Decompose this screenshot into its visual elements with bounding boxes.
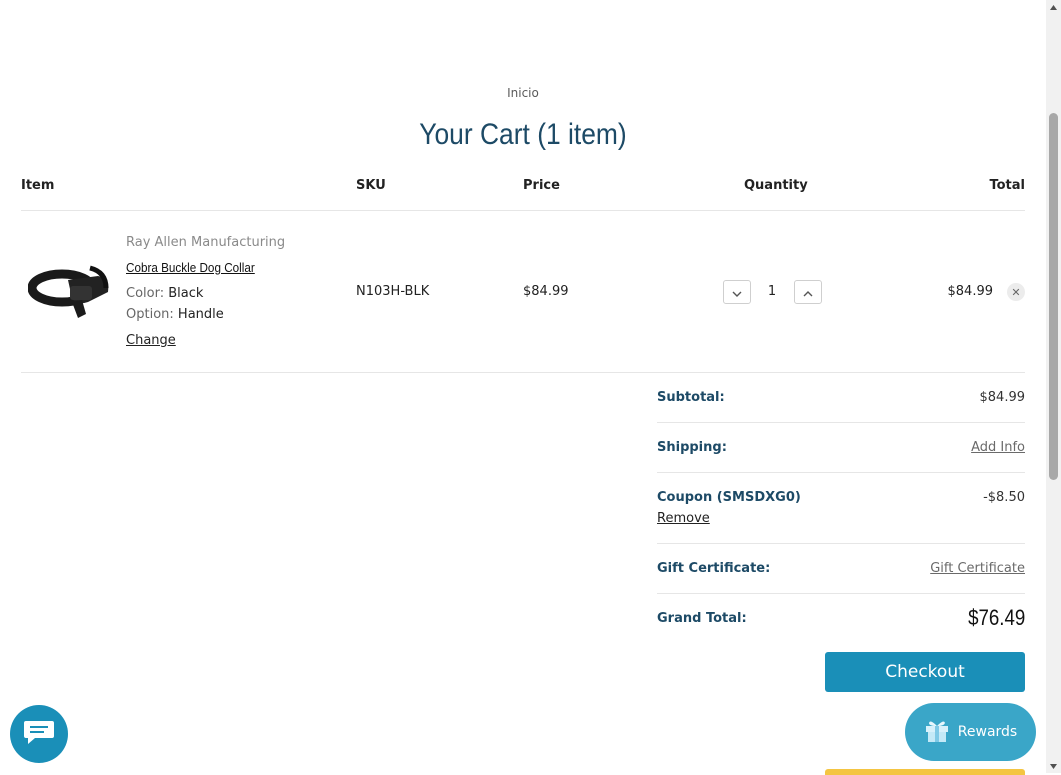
header-price: Price (523, 178, 560, 193)
summary-grand-total: Grand Total: $76.49 (657, 605, 1025, 635)
subtotal-value: $84.99 (979, 390, 1026, 405)
item-total: $84.99 (947, 284, 994, 299)
quantity-decrease-button[interactable] (723, 280, 751, 304)
remove-coupon-link[interactable]: Remove (657, 511, 710, 526)
product-option-handle: Option: Handle (126, 307, 224, 322)
shipping-label: Shipping: (657, 440, 727, 455)
rewards-label: Rewards (957, 724, 1018, 740)
item-price: $84.99 (523, 284, 569, 299)
cart-page: Inicio Your Cart (1 item) Item SKU Price… (0, 0, 1046, 775)
summary-coupon: Coupon (SMSDXG0) -$8.50 Remove (657, 490, 1025, 530)
grand-total-label: Grand Total: (657, 611, 747, 626)
chat-icon (22, 718, 56, 750)
change-options-link[interactable]: Change (126, 333, 176, 348)
option-value: Handle (177, 307, 224, 322)
express-checkout-button[interactable] (825, 769, 1025, 775)
option-value: Black (168, 286, 204, 301)
summary-subtotal: Subtotal: $84.99 (657, 390, 1025, 410)
gift-certificate-link[interactable]: Gift Certificate (930, 561, 1025, 576)
scroll-down-icon[interactable] (1046, 759, 1061, 773)
coupon-label: Coupon (SMSDXG0) (657, 490, 801, 505)
chevron-up-icon (803, 283, 813, 302)
chevron-down-icon (732, 283, 742, 302)
breadcrumb[interactable]: Inicio (0, 86, 1046, 100)
coupon-value: -$8.50 (983, 490, 1025, 505)
header-sku: SKU (356, 178, 386, 193)
product-name-link[interactable]: Cobra Buckle Dog Collar (126, 260, 255, 275)
vertical-scrollbar[interactable] (1046, 0, 1061, 773)
remove-item-button[interactable]: ✕ (1007, 283, 1025, 301)
divider (21, 372, 1025, 373)
chat-button[interactable] (10, 705, 68, 763)
summary-gift-certificate: Gift Certificate: Gift Certificate (657, 561, 1025, 581)
header-quantity: Quantity (744, 178, 808, 193)
divider (657, 543, 1025, 544)
header-total: Total (989, 178, 1025, 193)
close-icon: ✕ (1011, 285, 1021, 299)
summary-shipping: Shipping: Add Info (657, 440, 1025, 460)
grand-total-value: $76.49 (967, 605, 1025, 630)
product-option-color: Color: Black (126, 286, 203, 301)
option-label: Option: (126, 307, 174, 322)
scrollbar-thumb[interactable] (1049, 113, 1058, 480)
scroll-up-icon[interactable] (1046, 0, 1061, 14)
checkout-button[interactable]: Checkout (825, 652, 1025, 692)
divider (21, 210, 1025, 211)
gift-icon (924, 717, 950, 747)
divider (657, 593, 1025, 594)
product-image[interactable] (27, 258, 114, 324)
option-label: Color: (126, 286, 165, 301)
quantity-value[interactable]: 1 (764, 284, 780, 299)
divider (657, 472, 1025, 473)
product-brand: Ray Allen Manufacturing (126, 235, 286, 250)
divider (657, 422, 1025, 423)
subtotal-label: Subtotal: (657, 390, 725, 405)
quantity-increase-button[interactable] (794, 280, 822, 304)
item-sku: N103H-BLK (356, 284, 430, 299)
gift-certificate-label: Gift Certificate: (657, 561, 771, 576)
header-item: Item (21, 178, 55, 193)
add-shipping-info-link[interactable]: Add Info (971, 440, 1025, 455)
page-title: Your Cart (1 item) (419, 118, 627, 151)
rewards-button[interactable]: Rewards (905, 703, 1036, 761)
